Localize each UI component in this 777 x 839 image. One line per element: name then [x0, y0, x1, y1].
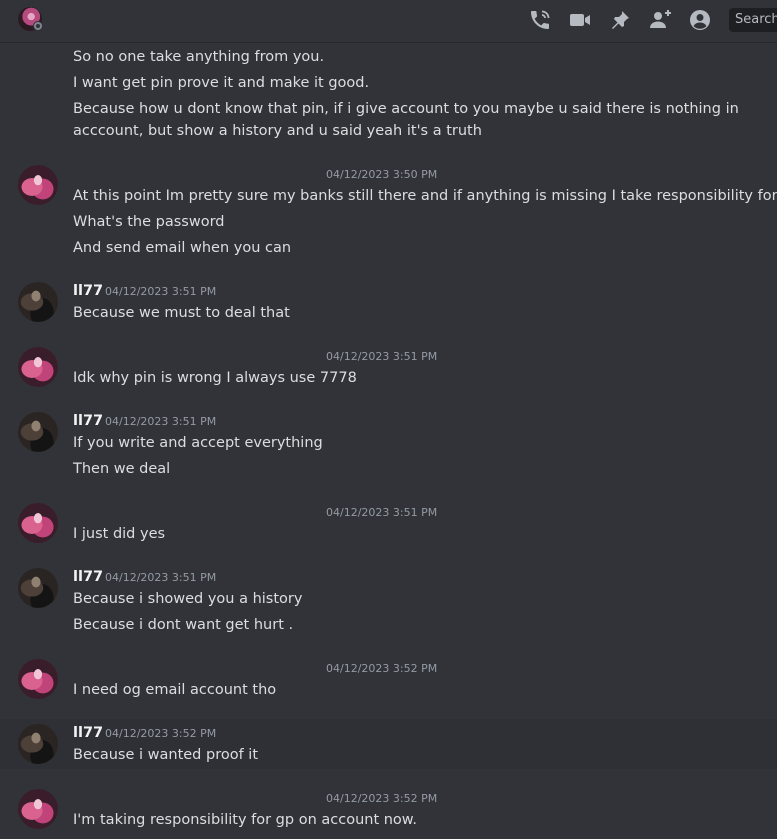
- channel-header: Search: [0, 0, 777, 43]
- message-text: I need og email account tho: [73, 682, 277, 698]
- message-timestamp: 04/12/2023 3:52 PM: [326, 792, 438, 805]
- message-text: So no one take anything from you.: [73, 49, 325, 65]
- video-icon[interactable]: [568, 8, 592, 32]
- message-text: If you write and accept everything: [73, 435, 323, 451]
- message-text: Because i wanted proof it: [73, 747, 259, 763]
- message-text: Because we must to deal that: [73, 305, 290, 321]
- add-member-icon[interactable]: [648, 8, 672, 32]
- avatar[interactable]: [18, 568, 58, 608]
- message-timestamp: 04/12/2023 3:52 PM: [326, 662, 438, 675]
- message-text: Because i showed you a history: [73, 591, 303, 607]
- message-timestamp: 04/12/2023 3:51 PM: [326, 350, 438, 363]
- avatar[interactable]: [18, 347, 58, 387]
- avatar[interactable]: [18, 789, 58, 829]
- avatar[interactable]: [18, 659, 58, 699]
- message-text: Idk why pin is wrong I always use 7778: [73, 370, 357, 386]
- phone-call-icon[interactable]: [528, 8, 552, 32]
- message-text: What's the password: [73, 214, 225, 230]
- status-indicator: [33, 21, 43, 31]
- message-text: Because i dont want get hurt .: [73, 617, 294, 633]
- message-timestamp: 04/12/2023 3:51 PM: [105, 571, 217, 584]
- message-timestamp: 04/12/2023 3:50 PM: [326, 168, 438, 181]
- username[interactable]: ll77: [73, 724, 103, 742]
- username[interactable]: ll77: [73, 568, 103, 586]
- user-profile-icon[interactable]: [688, 8, 712, 32]
- avatar[interactable]: [18, 412, 58, 452]
- message-timestamp: 04/12/2023 3:51 PM: [105, 415, 217, 428]
- message-text: Then we deal: [73, 461, 171, 477]
- pin-icon[interactable]: [608, 8, 632, 32]
- username[interactable]: ll77: [73, 412, 103, 430]
- username[interactable]: ll77: [73, 282, 103, 300]
- message-text: Because how u dont know that pin, if i g…: [73, 101, 739, 139]
- avatar[interactable]: [18, 503, 58, 543]
- message-text: At this point Im pretty sure my banks st…: [73, 188, 777, 204]
- avatar[interactable]: [18, 165, 58, 205]
- message-text: And send email when you can: [73, 240, 292, 256]
- search-input[interactable]: Search: [729, 8, 777, 32]
- message-timestamp: 04/12/2023 3:51 PM: [105, 285, 217, 298]
- message-timestamp: 04/12/2023 3:51 PM: [326, 506, 438, 519]
- avatar[interactable]: [18, 282, 58, 322]
- message-timestamp: 04/12/2023 3:52 PM: [105, 727, 217, 740]
- message-text: I just did yes: [73, 526, 166, 542]
- avatar[interactable]: [18, 724, 58, 764]
- message-text: I want get pin prove it and make it good…: [73, 75, 370, 91]
- message-text: I'm taking responsibility for gp on acco…: [73, 812, 417, 828]
